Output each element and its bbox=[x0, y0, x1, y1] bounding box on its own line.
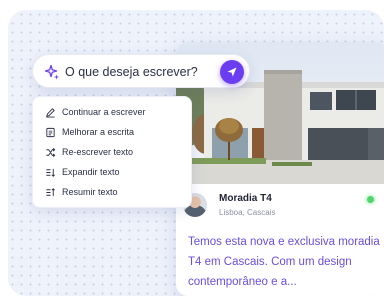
pen-icon bbox=[43, 105, 57, 119]
menu-item-label: Resumir texto bbox=[62, 187, 118, 197]
shuffle-icon bbox=[43, 145, 57, 159]
menu-item-improve-writing[interactable]: Melhorar a escrita bbox=[33, 122, 191, 142]
background-panel: Moradia T4 Lisboa, Cascais Temos esta no… bbox=[8, 10, 384, 296]
menu-item-summarize-text[interactable]: Resumir texto bbox=[33, 182, 191, 202]
summarize-lines-icon bbox=[43, 185, 57, 199]
menu-item-label: Re-escrever texto bbox=[62, 147, 134, 157]
sparkle-icon bbox=[44, 64, 59, 80]
prompt-bar[interactable] bbox=[32, 54, 250, 88]
listing-title: Moradia T4 bbox=[219, 193, 272, 204]
menu-item-rewrite-text[interactable]: Re-escrever texto bbox=[33, 142, 191, 162]
expand-lines-icon bbox=[43, 165, 57, 179]
listing-description: Temos esta nova e exclusiva moradia T4 e… bbox=[188, 236, 380, 288]
send-icon bbox=[227, 67, 237, 77]
prompt-input[interactable] bbox=[65, 62, 215, 82]
menu-item-continue-writing[interactable]: Continuar a escrever bbox=[33, 102, 191, 122]
listing-header: Moradia T4 Lisboa, Cascais bbox=[176, 184, 384, 224]
send-button[interactable] bbox=[220, 60, 244, 84]
online-status-dot bbox=[367, 196, 374, 203]
writing-actions-menu: Continuar a escrever Melhorar a escrita … bbox=[32, 96, 192, 208]
listing-location: Lisboa, Cascais bbox=[219, 208, 276, 217]
menu-item-label: Melhorar a escrita bbox=[62, 127, 135, 137]
menu-item-label: Expandir texto bbox=[62, 167, 120, 177]
menu-item-expand-text[interactable]: Expandir texto bbox=[33, 162, 191, 182]
document-icon bbox=[43, 125, 57, 139]
menu-item-label: Continuar a escrever bbox=[62, 107, 146, 117]
